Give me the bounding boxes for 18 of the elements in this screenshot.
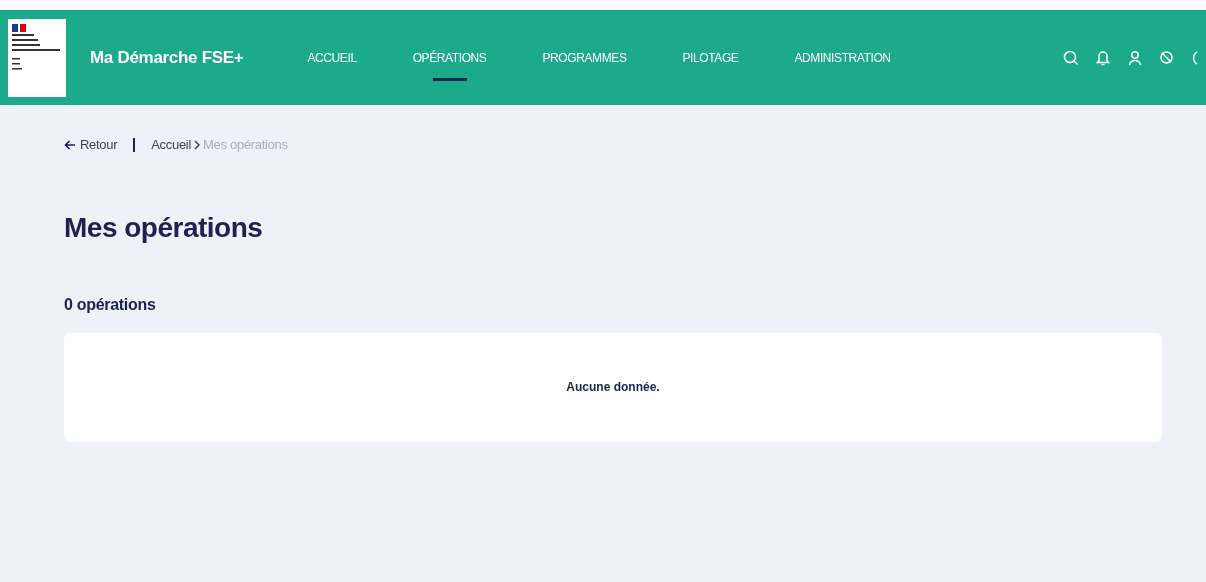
flag-icon — [12, 23, 26, 32]
back-link[interactable]: Retour — [64, 135, 118, 155]
bell-icon[interactable] — [1095, 49, 1111, 66]
empty-message: Aucune donnée. — [566, 379, 660, 396]
page-title: Mes opérations — [64, 210, 264, 245]
results-count: 0 opérations — [64, 294, 157, 315]
nav-link[interactable]: ADMINISTRATION — [766, 32, 919, 83]
nav-link[interactable]: PILOTAGE — [654, 32, 767, 83]
nav-link[interactable]: PROGRAMMES — [514, 32, 655, 83]
breadcrumb-item: Mes opérations — [203, 136, 288, 154]
user-icon[interactable] — [1127, 49, 1143, 66]
search-icon[interactable] — [1063, 49, 1079, 66]
left-arrow-icon — [64, 139, 76, 150]
chevron-icon — [194, 139, 201, 150]
breadcrumb-item[interactable]: Accueil — [151, 135, 192, 155]
brand-name[interactable]: Ma Démarche FSE+ — [90, 44, 244, 71]
nav-link[interactable]: ACCUEIL — [279, 32, 385, 83]
nav-link[interactable]: OPÉRATIONS — [384, 32, 515, 83]
